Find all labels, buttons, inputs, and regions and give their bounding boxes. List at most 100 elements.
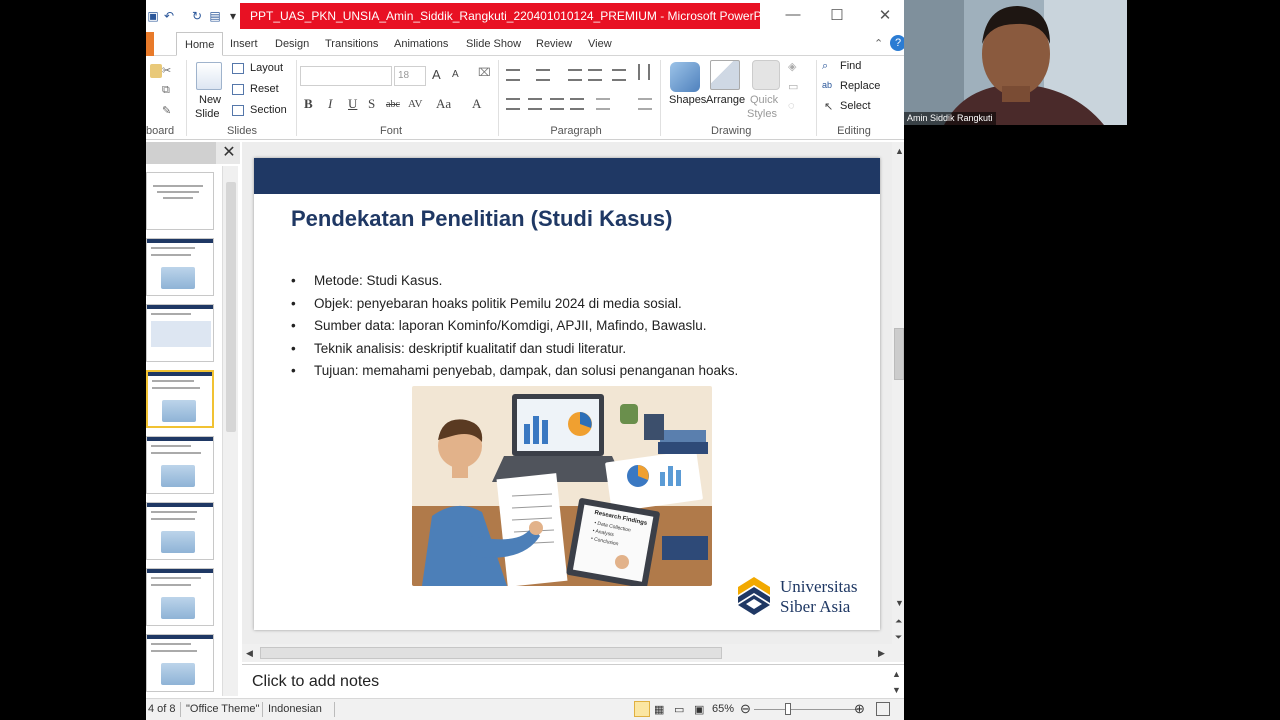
help-icon[interactable]: ? (890, 35, 904, 51)
slideshow-view-icon[interactable]: ▣ (694, 703, 704, 716)
language-indicator[interactable]: Indonesian (268, 703, 322, 715)
grow-font-icon[interactable]: A (432, 67, 441, 82)
reading-view-icon[interactable]: ▭ (674, 703, 684, 716)
zoom-slider[interactable] (754, 709, 858, 710)
numbering-icon[interactable] (536, 69, 550, 81)
italic-icon[interactable]: I (328, 96, 332, 112)
align-center-icon[interactable] (528, 98, 542, 110)
justify-icon[interactable] (570, 98, 584, 110)
slide-title[interactable]: Pendekatan Penelitian (Studi Kasus) (291, 206, 672, 232)
slideshow-icon[interactable]: ▤ (208, 9, 222, 23)
minimize-icon[interactable]: — (778, 6, 808, 23)
new-slide-button-line2[interactable]: Slide (195, 108, 219, 120)
bold-icon[interactable]: B (304, 96, 313, 112)
align-right-icon[interactable] (550, 98, 564, 110)
new-slide-button[interactable]: New (199, 94, 221, 106)
scrollbar-thumb[interactable] (894, 328, 904, 380)
normal-view-icon[interactable] (634, 701, 650, 717)
tab-review[interactable]: Review (536, 32, 572, 56)
qat-dropdown-icon[interactable]: ▾ (226, 9, 240, 23)
new-slide-icon[interactable] (196, 62, 222, 90)
close-icon[interactable]: ✕ (218, 142, 240, 164)
change-case-icon[interactable]: Aa (436, 96, 451, 112)
clear-format-icon[interactable]: ⌧ (478, 66, 491, 79)
char-spacing-icon[interactable]: AV (408, 98, 422, 110)
tab-animations[interactable]: Animations (394, 32, 448, 56)
scroll-up-icon[interactable]: ▲ (895, 146, 904, 156)
previous-slide-icon[interactable]: ⏶ (895, 616, 902, 627)
horizontal-scrollbar[interactable]: ◀ ▶ (242, 644, 892, 662)
zoom-out-icon[interactable]: ⊖ (740, 701, 751, 717)
quick-styles-button-line2[interactable]: Styles (747, 108, 777, 120)
scroll-down-icon[interactable]: ▼ (892, 685, 901, 695)
paste-icon[interactable] (150, 64, 162, 78)
quick-styles-icon[interactable] (752, 60, 780, 90)
scrollbar-thumb[interactable] (226, 182, 236, 432)
outline-tab[interactable] (146, 142, 216, 164)
slide-thumb-7[interactable] (146, 568, 214, 626)
underline-icon[interactable]: U (348, 96, 357, 112)
arrange-button[interactable]: Arrange (706, 94, 745, 106)
scroll-up-icon[interactable]: ▲ (892, 669, 901, 679)
font-name-select[interactable] (300, 66, 392, 86)
slide-thumb-8[interactable] (146, 634, 214, 692)
undo-icon[interactable]: ↶ (162, 9, 176, 23)
font-color-icon[interactable]: A (472, 96, 481, 112)
scroll-down-icon[interactable]: ▼ (895, 598, 904, 608)
tab-design[interactable]: Design (275, 32, 309, 56)
slide-canvas[interactable]: Pendekatan Penelitian (Studi Kasus) • Met… (254, 158, 880, 630)
slide-thumb-2[interactable] (146, 238, 214, 296)
decrease-indent-icon[interactable] (568, 69, 582, 81)
align-left-icon[interactable] (506, 98, 520, 110)
format-painter-icon[interactable]: ✎ (162, 104, 171, 117)
thumbnails-scrollbar[interactable] (222, 166, 238, 696)
slide-sorter-icon[interactable]: ▦ (654, 703, 664, 716)
zoom-slider-handle[interactable] (785, 703, 791, 715)
tab-insert[interactable]: Insert (230, 32, 258, 56)
maximize-icon[interactable]: ☐ (822, 6, 852, 24)
shapes-icon[interactable] (670, 62, 700, 92)
zoom-level[interactable]: 65% (712, 703, 734, 715)
tab-view[interactable]: View (588, 32, 612, 56)
reset-button[interactable]: Reset (250, 83, 279, 95)
shape-outline-icon[interactable]: ▭ (788, 80, 798, 93)
close-icon[interactable]: ✕ (870, 6, 900, 24)
save-icon[interactable]: ▣ (146, 9, 160, 23)
align-text-icon[interactable] (638, 98, 652, 110)
slide-thumb-6[interactable] (146, 502, 214, 560)
tab-slide-show[interactable]: Slide Show (466, 32, 521, 56)
copy-icon[interactable]: ⧉ (162, 84, 170, 97)
section-button[interactable]: Section (250, 104, 287, 116)
shadow-icon[interactable]: S (368, 96, 375, 112)
slide-thumb-5[interactable] (146, 436, 214, 494)
shape-effects-icon[interactable]: ◌ (788, 100, 795, 112)
scroll-left-icon[interactable]: ◀ (246, 648, 253, 659)
slide-thumb-1[interactable] (146, 172, 214, 230)
fit-to-window-icon[interactable] (876, 702, 890, 716)
redo-icon[interactable]: ↻ (190, 9, 204, 23)
research-illustration[interactable]: Research Findings • Data Collection • An… (412, 386, 712, 586)
notes-placeholder[interactable]: Click to add notes (252, 673, 379, 691)
layout-button[interactable]: Layout (250, 62, 283, 74)
select-button[interactable]: Select (840, 100, 871, 112)
slide-thumb-3[interactable] (146, 304, 214, 362)
replace-button[interactable]: Replace (840, 80, 880, 92)
collapse-ribbon-icon[interactable]: ⌃ (874, 32, 883, 56)
slide-thumb-4[interactable] (146, 370, 214, 428)
tab-transitions[interactable]: Transitions (325, 32, 378, 56)
increase-indent-icon[interactable] (588, 69, 602, 81)
vertical-scrollbar[interactable]: ▲ ▼ ⏶ ⏷ (892, 142, 904, 662)
file-tab[interactable] (146, 32, 154, 56)
zoom-in-icon[interactable]: ⊕ (854, 701, 865, 717)
cut-icon[interactable]: ✂ (162, 64, 171, 77)
font-size-select[interactable]: 18 (394, 66, 426, 86)
columns-icon[interactable] (596, 98, 610, 110)
scrollbar-thumb[interactable] (260, 647, 722, 659)
bullet-list[interactable]: • Metode: Studi Kasus. • Objek: penyebaran… (291, 270, 851, 383)
strikethrough-icon[interactable]: abc (386, 99, 400, 110)
bullets-icon[interactable] (506, 69, 520, 81)
line-spacing-icon[interactable] (612, 69, 626, 81)
arrange-icon[interactable] (710, 60, 740, 90)
text-direction-icon[interactable] (638, 64, 650, 80)
next-slide-icon[interactable]: ⏷ (895, 632, 902, 643)
